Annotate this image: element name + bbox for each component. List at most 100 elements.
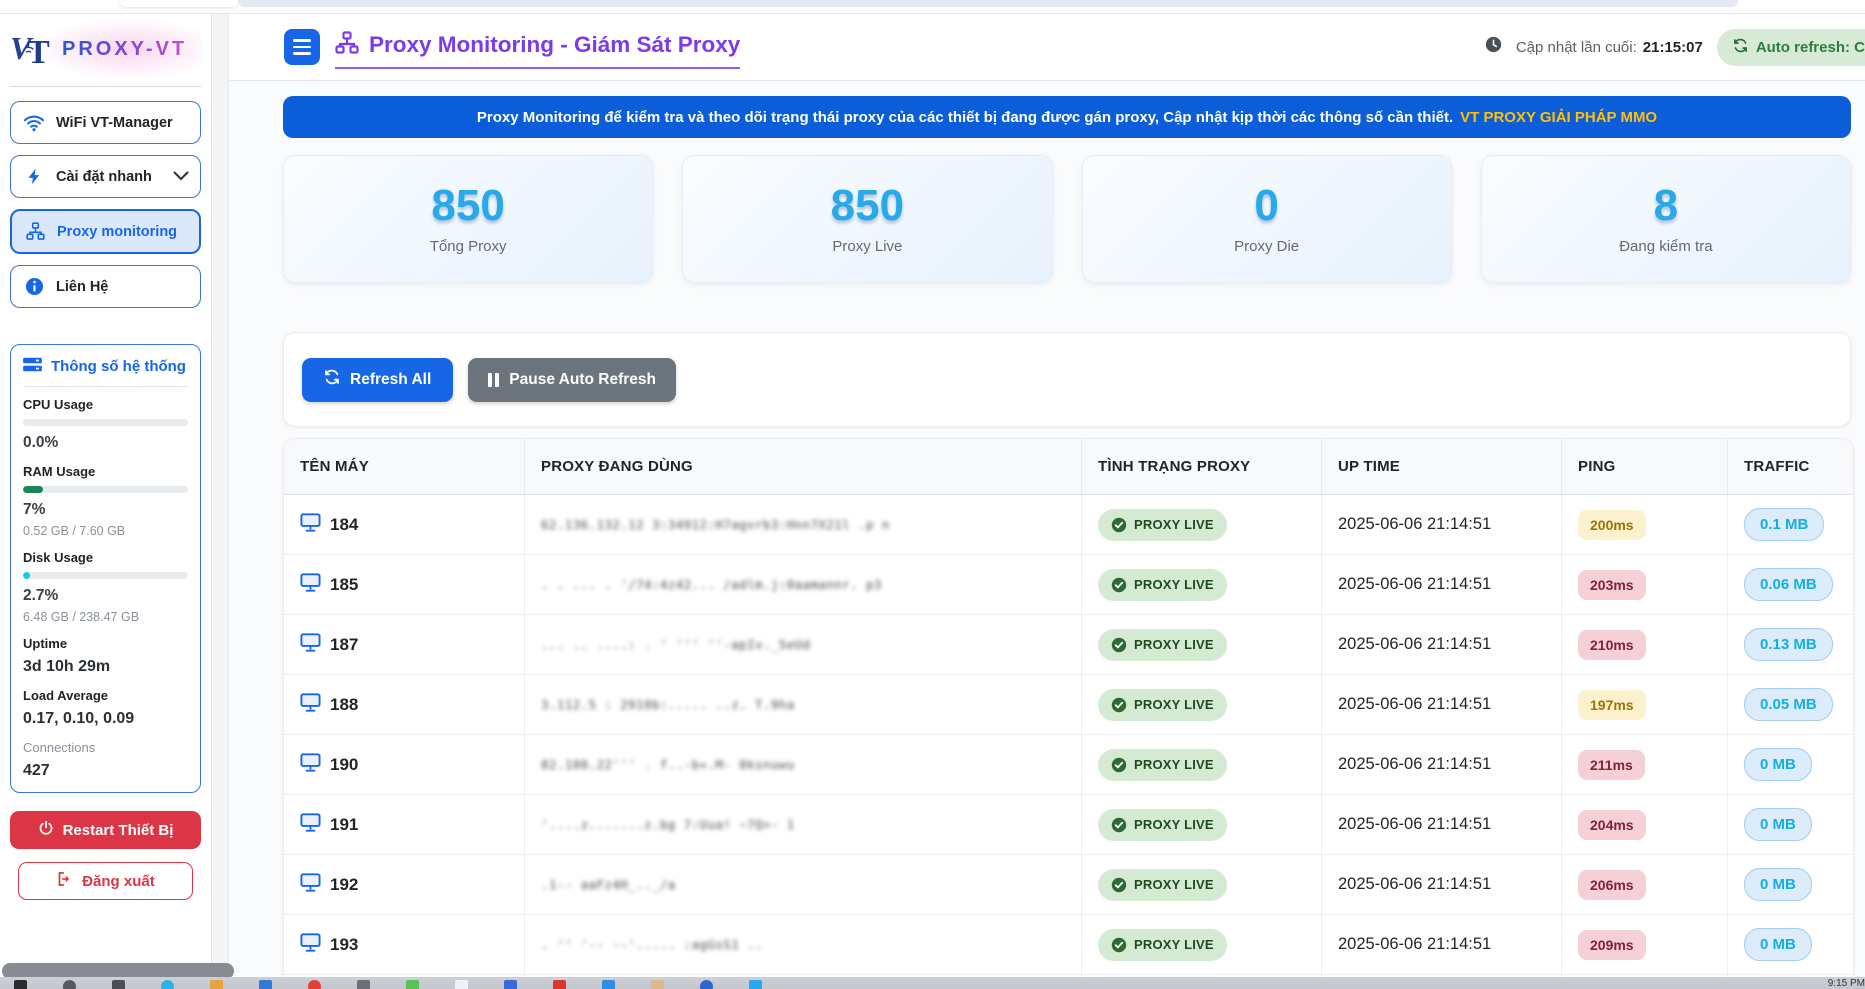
- folder-icon[interactable]: [210, 980, 223, 989]
- logout-button[interactable]: Đăng xuất: [18, 862, 194, 900]
- app-icon[interactable]: [700, 980, 713, 989]
- sidebar-item-quick-setup[interactable]: Cài đặt nhanh: [10, 155, 201, 198]
- monitor-icon: [300, 873, 321, 897]
- cpu-usage-metric: CPU Usage 0.0%: [23, 397, 188, 452]
- proxy-string: ... .. ....: . ' ''' ''-apIv._5eUd: [541, 637, 810, 652]
- stat-value: 0: [1254, 184, 1278, 228]
- page-title-wrap: Proxy Monitoring - Giám Sát Proxy: [335, 26, 740, 69]
- brand-logo[interactable]: V T PROXY-VT: [10, 20, 201, 78]
- connections-value: 427: [23, 762, 188, 780]
- disk-usage-detail: 6.48 GB / 238.47 GB: [23, 610, 188, 624]
- stat-card-proxy-live: 850 Proxy Live: [682, 155, 1052, 283]
- app-icon[interactable]: [259, 980, 272, 989]
- main-content: Proxy Monitoring - Giám Sát Proxy Cập nh…: [229, 14, 1865, 989]
- monitor-icon: [300, 693, 321, 717]
- machine-name: 192: [330, 875, 358, 895]
- traffic-badge: 0 MB: [1744, 868, 1812, 901]
- table-row[interactable]: 192 .1-- aaFz4H_.._/a PROXY LIVE 2025-06…: [284, 855, 1853, 915]
- pause-label: Pause Auto Refresh: [509, 371, 656, 389]
- brand-name: PROXY-VT: [62, 38, 187, 61]
- auto-refresh-badge[interactable]: Auto refresh: C: [1717, 29, 1865, 66]
- uptime-cell: 2025-06-06 21:14:51: [1322, 855, 1562, 914]
- app-icon[interactable]: [553, 980, 566, 989]
- proxy-vt-dashboard: V T PROXY-VT WiFi VT-Manager Cài đặt nha…: [0, 0, 1865, 989]
- col-header-traffic[interactable]: TRAFFIC: [1728, 439, 1853, 494]
- machine-name: 193: [330, 935, 358, 955]
- refresh-all-button[interactable]: Refresh All: [302, 358, 453, 402]
- windows-taskbar[interactable]: 9:15 PM: [0, 977, 1865, 989]
- proxy-string: 62.136.132.12 3:34912:H7agvrb3:Hnn7X21l …: [541, 517, 890, 532]
- vt-monogram-icon: V T: [10, 29, 54, 69]
- system-stats-title: Thông số hệ thống: [51, 358, 186, 375]
- check-circle-icon: [1111, 637, 1127, 653]
- edge-icon[interactable]: [161, 980, 174, 989]
- col-header-status[interactable]: TÌNH TRẠNG PROXY: [1082, 439, 1322, 494]
- menu-toggle-button[interactable]: [284, 29, 320, 65]
- sidebar-item-label: WiFi VT-Manager: [56, 115, 173, 131]
- info-icon: [22, 277, 46, 296]
- app-icon[interactable]: [455, 980, 468, 989]
- ping-badge: 209ms: [1578, 930, 1646, 960]
- table-row[interactable]: 188 3.112.5 : 2910b:..... ..z. T.9ha PRO…: [284, 675, 1853, 735]
- ping-badge: 206ms: [1578, 870, 1646, 900]
- traffic-badge: 0 MB: [1744, 928, 1812, 961]
- status-badge: PROXY LIVE: [1098, 569, 1227, 601]
- notepad-icon[interactable]: [651, 980, 664, 989]
- windows-start-icon[interactable]: [14, 980, 27, 989]
- table-row[interactable]: 193 . '' '-- --'..... :agGsS1 .. PROXY L…: [284, 915, 1853, 975]
- check-circle-icon: [1111, 937, 1127, 953]
- stat-value: 8: [1654, 184, 1678, 228]
- system-stats-card: Thông số hệ thống CPU Usage 0.0% RAM Usa…: [10, 344, 201, 793]
- monitor-icon: [300, 573, 321, 597]
- stat-card-checking: 8 Đang kiểm tra: [1481, 155, 1851, 283]
- monitor-icon: [300, 513, 321, 537]
- browser-bar-remnant: [238, 0, 1738, 7]
- chrome-icon[interactable]: [308, 980, 321, 989]
- disk-usage-metric: Disk Usage 2.7% 6.48 GB / 238.47 GB: [23, 550, 188, 624]
- traffic-badge: 0.13 MB: [1744, 628, 1833, 661]
- task-view-icon[interactable]: [112, 980, 125, 989]
- sidebar-item-label: Liên Hệ: [56, 279, 108, 295]
- refresh-icon: [324, 369, 340, 390]
- col-header-proxy[interactable]: PROXY ĐANG DÙNG: [525, 439, 1082, 494]
- check-circle-icon: [1111, 517, 1127, 533]
- check-circle-icon: [1111, 817, 1127, 833]
- table-row[interactable]: 187 ... .. ....: . ' ''' ''-apIv._5eUd P…: [284, 615, 1853, 675]
- sidebar-item-proxy-monitoring[interactable]: Proxy monitoring: [10, 209, 201, 254]
- pause-auto-refresh-button[interactable]: Pause Auto Refresh: [468, 358, 676, 402]
- monitor-icon: [300, 933, 321, 957]
- connections-metric: Connections 427: [23, 740, 188, 780]
- app-icon[interactable]: [357, 980, 370, 989]
- machine-name: 187: [330, 635, 358, 655]
- table-row[interactable]: 191 '....z.......z.bg 7:Uua! ~7Q>- 1 PRO…: [284, 795, 1853, 855]
- network-title-icon: [335, 31, 359, 60]
- app-icon[interactable]: [504, 980, 517, 989]
- table-row[interactable]: 190 82.100.22''' . f..-b+.M- 0ksnuwu PRO…: [284, 735, 1853, 795]
- divider: [10, 86, 201, 87]
- stat-label: Proxy Live: [832, 238, 902, 255]
- app-icon[interactable]: [602, 980, 615, 989]
- ping-badge: 211ms: [1578, 750, 1645, 780]
- col-header-machine[interactable]: TÊN MÁY: [284, 439, 525, 494]
- cpu-usage-value: 0.0%: [23, 434, 188, 452]
- stat-card-proxy-die: 0 Proxy Die: [1082, 155, 1452, 283]
- sidebar-item-contact[interactable]: Liên Hệ: [10, 265, 201, 308]
- search-icon[interactable]: [63, 980, 76, 989]
- sidebar: V T PROXY-VT WiFi VT-Manager Cài đặt nha…: [0, 14, 212, 989]
- uptime-cell: 2025-06-06 21:14:51: [1322, 675, 1562, 734]
- restart-device-button[interactable]: Restart Thiết Bị: [10, 811, 201, 849]
- info-banner: Proxy Monitoring để kiểm tra và theo dõi…: [283, 96, 1851, 138]
- app-icon[interactable]: [406, 980, 419, 989]
- taskbar-clock: 9:15 PM: [1828, 978, 1865, 989]
- uptime-cell: 2025-06-06 21:14:51: [1322, 495, 1562, 554]
- sidebar-scroll-gutter[interactable]: [212, 14, 229, 989]
- load-average-metric: Load Average 0.17, 0.10, 0.09: [23, 688, 188, 728]
- status-badge: PROXY LIVE: [1098, 749, 1227, 781]
- col-header-uptime[interactable]: UP TIME: [1322, 439, 1562, 494]
- col-header-ping[interactable]: PING: [1562, 439, 1728, 494]
- sidebar-item-wifi-manager[interactable]: WiFi VT-Manager: [10, 101, 201, 144]
- browser-top-strip: [0, 0, 1865, 14]
- table-row[interactable]: 185 . . ... . '/74:4z42... /adlm.j:0aama…: [284, 555, 1853, 615]
- table-row[interactable]: 184 62.136.132.12 3:34912:H7agvrb3:Hnn7X…: [284, 495, 1853, 555]
- telegram-icon[interactable]: [749, 980, 762, 989]
